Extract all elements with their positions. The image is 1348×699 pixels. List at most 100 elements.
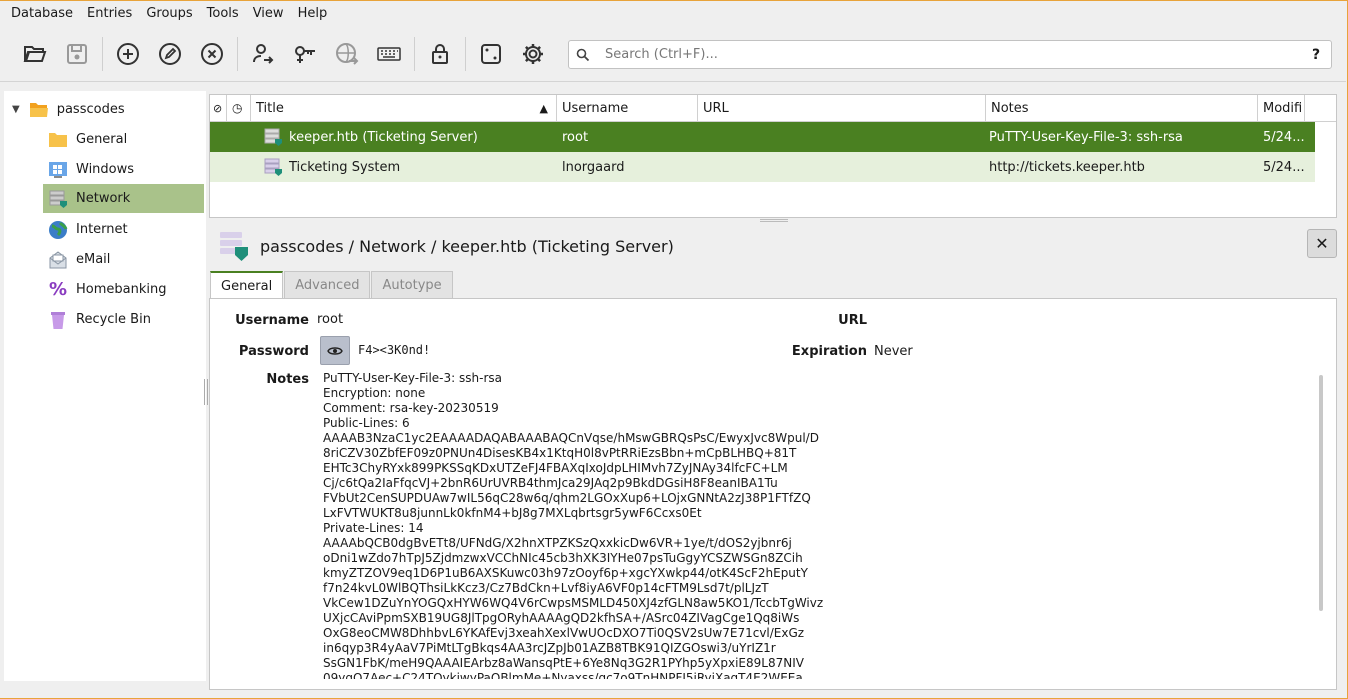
table-row[interactable]: keeper.htb (Ticketing Server) root PuTTY… bbox=[210, 122, 1315, 152]
group-label: General bbox=[76, 132, 128, 147]
tab-advanced[interactable]: Advanced bbox=[284, 271, 371, 299]
column-expires[interactable]: ◷ bbox=[227, 95, 251, 122]
entry-path-title: passcodes / Network / keeper.htb (Ticket… bbox=[260, 236, 674, 256]
group-tree: ▼ passcodes General Windows Network Inte… bbox=[4, 91, 206, 681]
group-network[interactable]: Network bbox=[43, 184, 204, 213]
expiration-value: Never bbox=[874, 344, 913, 359]
delete-entry-button[interactable] bbox=[196, 38, 228, 70]
toolbar: ? bbox=[0, 27, 1346, 82]
copy-username-button[interactable] bbox=[247, 38, 279, 70]
notes-label: Notes bbox=[266, 372, 309, 387]
close-icon: ✕ bbox=[1315, 234, 1329, 253]
table-header: ⊘ ◷ Title ▲ Username URL Notes Modifi bbox=[210, 95, 1336, 122]
menu-help[interactable]: Help bbox=[291, 1, 335, 27]
menu-view[interactable]: View bbox=[246, 1, 291, 27]
server-icon bbox=[218, 229, 250, 263]
folder-open-icon bbox=[28, 99, 50, 121]
copy-password-button[interactable] bbox=[289, 38, 321, 70]
folder-open-icon bbox=[23, 46, 47, 62]
column-label: Notes bbox=[991, 101, 1029, 116]
pencil-circle-icon bbox=[159, 43, 181, 65]
search-input[interactable] bbox=[597, 42, 1301, 67]
column-modified[interactable]: Modifi bbox=[1258, 95, 1305, 122]
edit-entry-button[interactable] bbox=[154, 38, 186, 70]
column-username[interactable]: Username bbox=[557, 95, 698, 122]
expiration-label: Expiration bbox=[791, 344, 867, 359]
add-entry-button[interactable] bbox=[112, 38, 144, 70]
notes-scrollbar[interactable] bbox=[1319, 375, 1323, 611]
password-generator-button[interactable] bbox=[475, 38, 507, 70]
close-preview-button[interactable]: ✕ bbox=[1307, 229, 1337, 258]
group-root[interactable]: ▼ passcodes bbox=[12, 95, 212, 124]
clock-icon: ◷ bbox=[232, 101, 243, 115]
chevron-down-icon[interactable]: ▼ bbox=[12, 104, 20, 115]
open-database-button[interactable] bbox=[19, 38, 51, 70]
settings-button[interactable] bbox=[517, 38, 549, 70]
trash-icon bbox=[47, 309, 69, 331]
lock-database-button[interactable] bbox=[424, 38, 456, 70]
menu-entries[interactable]: Entries bbox=[80, 1, 139, 27]
toolbar-separator bbox=[237, 37, 238, 71]
password-label: Password bbox=[238, 344, 309, 359]
menu-groups[interactable]: Groups bbox=[139, 1, 199, 27]
tab-general[interactable]: General bbox=[210, 271, 284, 300]
menu-tools[interactable]: Tools bbox=[200, 1, 246, 27]
entry-modified: 5/24... bbox=[1263, 159, 1305, 175]
username-label: Username bbox=[235, 313, 309, 328]
column-notes[interactable]: Notes bbox=[986, 95, 1258, 122]
menu-database[interactable]: Database bbox=[4, 1, 80, 27]
entry-title: keeper.htb (Ticketing Server) bbox=[289, 129, 478, 145]
server-icon bbox=[263, 157, 283, 177]
menu-bar: Database Entries Groups Tools View Help bbox=[0, 1, 1346, 27]
table-row[interactable]: Ticketing System lnorgaard http://ticket… bbox=[210, 152, 1315, 182]
entry-general-panel: Username root Password F4><3K0nd! URL Ex… bbox=[209, 298, 1337, 690]
username-value[interactable]: root bbox=[317, 312, 343, 327]
globe-icon bbox=[47, 219, 69, 241]
group-email[interactable]: eMail bbox=[47, 245, 247, 274]
group-label: Recycle Bin bbox=[76, 312, 151, 327]
column-attachment[interactable]: ⊘ bbox=[210, 95, 227, 122]
column-url[interactable]: URL bbox=[698, 95, 986, 122]
search-help-button[interactable]: ? bbox=[1301, 47, 1331, 63]
autotype-button[interactable] bbox=[373, 38, 405, 70]
entry-username: lnorgaard bbox=[562, 159, 625, 175]
keepassxc-window: Database Entries Groups Tools View Help bbox=[0, 0, 1348, 699]
sort-ascending-icon: ▲ bbox=[539, 102, 548, 115]
entry-preview-header: passcodes / Network / keeper.htb (Ticket… bbox=[218, 228, 1338, 264]
save-database-button[interactable] bbox=[61, 38, 93, 70]
pane-splitter-handle[interactable] bbox=[760, 219, 788, 222]
group-label: Network bbox=[76, 191, 131, 206]
open-url-button[interactable] bbox=[331, 38, 363, 70]
toggle-password-visibility-button[interactable] bbox=[320, 336, 350, 365]
search-box[interactable]: ? bbox=[568, 40, 1332, 69]
server-icon bbox=[263, 127, 283, 147]
keyboard-icon bbox=[377, 47, 401, 61]
folder-icon bbox=[47, 129, 69, 151]
group-label: passcodes bbox=[56, 102, 125, 117]
toolbar-separator bbox=[102, 37, 103, 71]
user-transfer-icon bbox=[253, 44, 274, 64]
plus-circle-icon bbox=[117, 43, 139, 65]
column-title[interactable]: Title ▲ bbox=[251, 95, 557, 122]
group-label: Homebanking bbox=[76, 282, 167, 297]
notes-text[interactable]: PuTTY-User-Key-File-3: ssh-rsa Encryptio… bbox=[323, 371, 1313, 679]
group-internet[interactable]: Internet bbox=[47, 215, 247, 244]
save-icon bbox=[67, 44, 87, 64]
entry-notes: PuTTY-User-Key-File-3: ssh-rsa bbox=[989, 129, 1183, 145]
server-icon bbox=[47, 188, 69, 210]
search-icon bbox=[569, 48, 597, 62]
entry-title: Ticketing System bbox=[289, 159, 401, 175]
column-label: Username bbox=[562, 101, 629, 116]
toolbar-separator bbox=[414, 37, 415, 71]
globe-arrow-icon bbox=[336, 43, 359, 65]
sidebar-splitter-handle[interactable] bbox=[204, 379, 208, 405]
toolbar-separator bbox=[465, 37, 466, 71]
tab-autotype[interactable]: Autotype bbox=[371, 271, 453, 299]
paperclip-icon: ⊘ bbox=[213, 102, 223, 115]
windows-icon bbox=[47, 159, 69, 181]
password-value[interactable]: F4><3K0nd! bbox=[358, 343, 430, 357]
gear-icon bbox=[523, 44, 543, 64]
preview-tabs: General Advanced Autotype bbox=[210, 271, 454, 300]
url-label: URL bbox=[838, 313, 867, 328]
mail-icon bbox=[47, 249, 69, 271]
